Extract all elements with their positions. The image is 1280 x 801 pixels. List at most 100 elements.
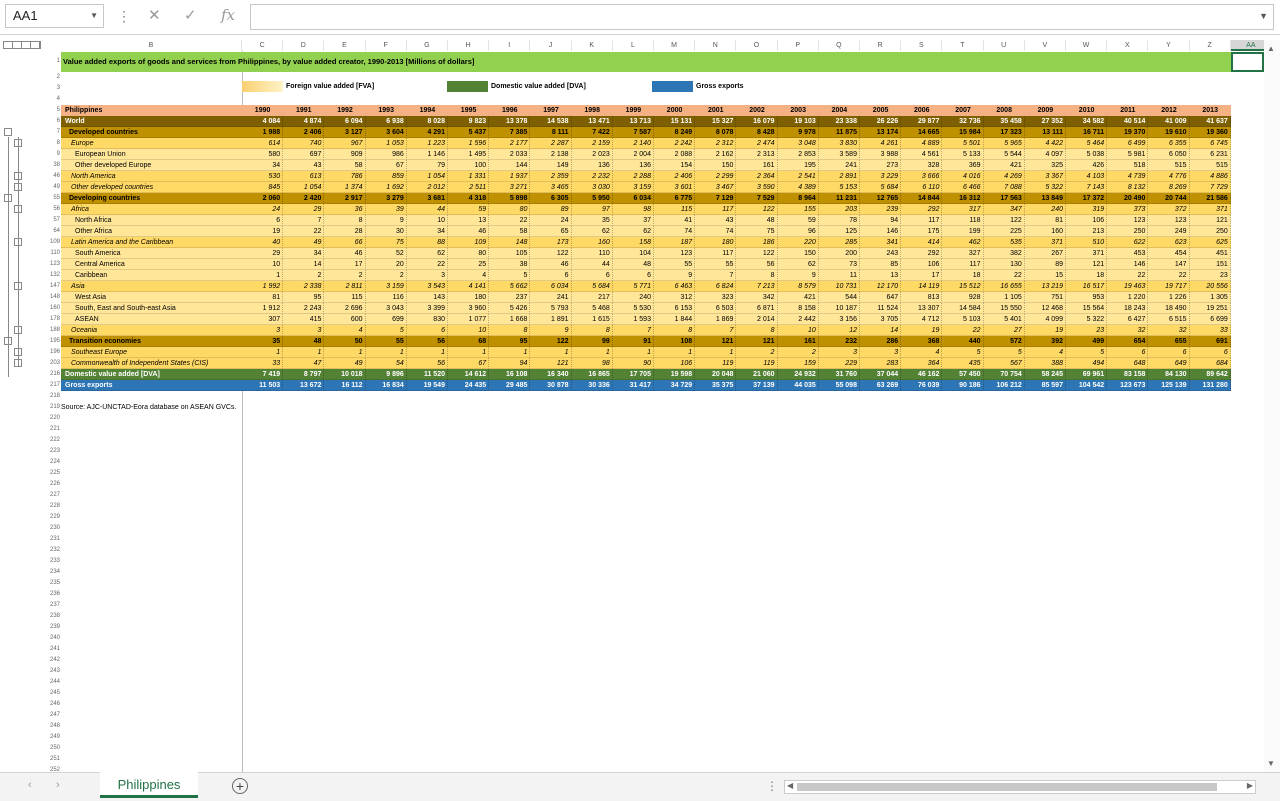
- data-cell[interactable]: 647: [860, 292, 902, 303]
- data-cell[interactable]: 3 271: [489, 182, 531, 193]
- data-cell[interactable]: 8: [571, 325, 613, 336]
- data-cell[interactable]: 10 018: [324, 369, 366, 380]
- data-cell[interactable]: 62: [612, 226, 654, 237]
- data-cell[interactable]: 2 243: [283, 303, 325, 314]
- data-cell[interactable]: 3 030: [571, 182, 613, 193]
- data-cell[interactable]: 11: [818, 270, 860, 281]
- data-cell[interactable]: 90 186: [942, 380, 984, 391]
- data-cell[interactable]: 3 590: [736, 182, 778, 193]
- data-cell[interactable]: 5 133: [942, 149, 984, 160]
- data-cell[interactable]: 21 586: [1189, 193, 1231, 204]
- data-cell[interactable]: 240: [612, 292, 654, 303]
- row-number[interactable]: 239: [42, 622, 60, 632]
- data-cell[interactable]: 16 312: [942, 193, 984, 204]
- data-cell[interactable]: 123: [654, 248, 696, 259]
- data-cell[interactable]: 14 612: [448, 369, 490, 380]
- data-cell[interactable]: 2: [283, 270, 325, 281]
- data-cell[interactable]: 85 597: [1024, 380, 1066, 391]
- row-number[interactable]: 229: [42, 512, 60, 522]
- data-cell[interactable]: 2 313: [736, 149, 778, 160]
- data-cell[interactable]: 2 012: [406, 182, 448, 193]
- data-cell[interactable]: 19 103: [777, 116, 819, 127]
- data-cell[interactable]: 751: [1024, 292, 1066, 303]
- data-cell[interactable]: 74: [654, 226, 696, 237]
- data-cell[interactable]: 14 844: [901, 193, 943, 204]
- data-cell[interactable]: 98: [571, 358, 613, 369]
- data-cell[interactable]: 123 673: [1107, 380, 1149, 391]
- data-cell[interactable]: 1: [489, 347, 531, 358]
- data-cell[interactable]: 44: [571, 259, 613, 270]
- column-header-T[interactable]: T: [942, 40, 984, 51]
- cancel-icon[interactable]: ✕: [148, 6, 161, 24]
- data-cell[interactable]: 382: [983, 248, 1025, 259]
- data-cell[interactable]: 32: [1148, 325, 1190, 336]
- data-cell[interactable]: 12 170: [860, 281, 902, 292]
- data-cell[interactable]: 3 127: [324, 127, 366, 138]
- data-cell[interactable]: 40: [242, 237, 284, 248]
- data-cell[interactable]: 241: [530, 292, 572, 303]
- data-cell[interactable]: 319: [1066, 204, 1108, 215]
- more-options-icon[interactable]: ⋮: [766, 779, 778, 793]
- data-cell[interactable]: 57 450: [942, 369, 984, 380]
- column-header-C[interactable]: C: [242, 40, 284, 51]
- data-cell[interactable]: 175: [901, 226, 943, 237]
- data-cell[interactable]: 35 375: [695, 380, 737, 391]
- data-cell[interactable]: 567: [983, 358, 1025, 369]
- data-cell[interactable]: 6 745: [1189, 138, 1231, 149]
- data-cell[interactable]: 6 699: [1189, 314, 1231, 325]
- data-cell[interactable]: 119: [695, 358, 737, 369]
- data-cell[interactable]: 740: [283, 138, 325, 149]
- data-cell[interactable]: 121: [695, 336, 737, 347]
- data-cell[interactable]: 494: [1066, 358, 1108, 369]
- data-cell[interactable]: 33: [242, 358, 284, 369]
- data-cell[interactable]: 19 610: [1148, 127, 1190, 138]
- row-number[interactable]: 250: [42, 743, 60, 753]
- data-cell[interactable]: 699: [365, 314, 407, 325]
- data-cell[interactable]: 697: [283, 149, 325, 160]
- row-number[interactable]: 1: [42, 56, 60, 66]
- data-cell[interactable]: 5: [983, 347, 1025, 358]
- data-cell[interactable]: 14 584: [942, 303, 984, 314]
- data-cell[interactable]: 3 399: [406, 303, 448, 314]
- data-cell[interactable]: 6 034: [530, 281, 572, 292]
- column-header-K[interactable]: K: [572, 40, 613, 51]
- data-cell[interactable]: 95: [489, 336, 531, 347]
- data-cell[interactable]: 1 374: [324, 182, 366, 193]
- data-cell[interactable]: 4 874: [283, 116, 325, 127]
- data-cell[interactable]: 122: [530, 248, 572, 259]
- data-cell[interactable]: 22: [1107, 270, 1149, 281]
- data-cell[interactable]: 7 385: [489, 127, 531, 138]
- data-cell[interactable]: 5 437: [448, 127, 490, 138]
- data-cell[interactable]: 5 771: [612, 281, 654, 292]
- data-cell[interactable]: 2 696: [324, 303, 366, 314]
- data-cell[interactable]: 143: [406, 292, 448, 303]
- data-cell[interactable]: 4 291: [406, 127, 448, 138]
- data-cell[interactable]: 1: [571, 347, 613, 358]
- data-cell[interactable]: 36: [324, 204, 366, 215]
- outline-level-buttons[interactable]: [3, 41, 41, 49]
- data-cell[interactable]: 160: [1024, 226, 1066, 237]
- data-cell[interactable]: 35: [571, 215, 613, 226]
- row-number[interactable]: 218: [42, 391, 60, 401]
- data-cell[interactable]: 104 542: [1066, 380, 1108, 391]
- column-header-J[interactable]: J: [530, 40, 572, 51]
- scroll-left-icon[interactable]: ◀: [787, 781, 793, 790]
- data-cell[interactable]: 1 105: [983, 292, 1025, 303]
- data-cell[interactable]: 70 754: [983, 369, 1025, 380]
- data-cell[interactable]: 34: [406, 226, 448, 237]
- data-cell[interactable]: 3 367: [1024, 171, 1066, 182]
- data-cell[interactable]: 372: [1148, 204, 1190, 215]
- data-cell[interactable]: 13: [448, 215, 490, 226]
- data-cell[interactable]: 4: [324, 325, 366, 336]
- data-cell[interactable]: 48: [283, 336, 325, 347]
- data-cell[interactable]: 7: [695, 325, 737, 336]
- data-cell[interactable]: 78: [818, 215, 860, 226]
- data-cell[interactable]: 106: [901, 259, 943, 270]
- data-cell[interactable]: 144: [489, 160, 531, 171]
- data-cell[interactable]: 2 359: [530, 171, 572, 182]
- data-cell[interactable]: 6 094: [324, 116, 366, 127]
- data-cell[interactable]: 22: [283, 226, 325, 237]
- data-cell[interactable]: 3: [406, 270, 448, 281]
- data-cell[interactable]: 47: [283, 358, 325, 369]
- data-cell[interactable]: 7 213: [736, 281, 778, 292]
